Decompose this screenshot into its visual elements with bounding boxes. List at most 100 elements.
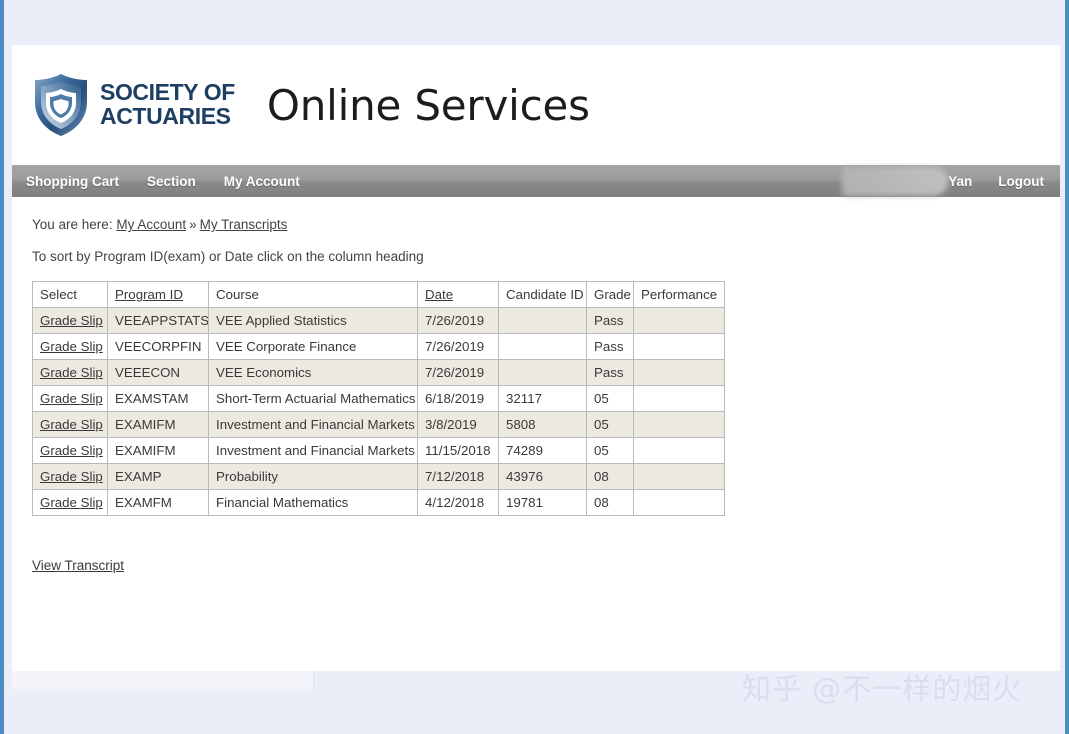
content-card: SOCIETY OF ACTUARIES Online Services Sho… (12, 45, 1061, 671)
table-header-row: Select Program ID Course Date Candidate … (32, 281, 725, 308)
cell-performance (633, 437, 725, 464)
cell-candidate-id: 74289 (498, 437, 587, 464)
redacted-username-blob (842, 167, 948, 196)
cell-course: Investment and Financial Markets (208, 411, 418, 438)
breadcrumb-prefix: You are here: (32, 217, 113, 232)
table-row: Grade Slip EXAMP Probability 7/12/2018 43976… (32, 463, 725, 490)
body-area: You are here: My Account» My Transcripts … (12, 197, 1060, 575)
navbar-right-group: Yan Logout (948, 165, 1044, 197)
cell-candidate-id (498, 333, 587, 360)
cell-select: Grade Slip (32, 359, 108, 386)
cell-course: Investment and Financial Markets (208, 437, 418, 464)
cell-performance (633, 307, 725, 334)
shield-logo-icon (32, 72, 90, 138)
grade-slip-link[interactable]: Grade Slip (40, 443, 103, 458)
cell-course: VEE Applied Statistics (208, 307, 418, 334)
page-title: Online Services (266, 80, 590, 130)
left-border-rail (0, 0, 4, 734)
column-header-program-id[interactable]: Program ID (107, 281, 209, 308)
watermark-text: 知乎 @不一样的烟火 (742, 672, 1023, 706)
cell-performance (633, 463, 725, 490)
cell-select: Grade Slip (32, 489, 108, 516)
breadcrumb-separator: » (189, 217, 197, 232)
grade-slip-link[interactable]: Grade Slip (40, 417, 103, 432)
cell-program-id: EXAMIFM (107, 411, 209, 438)
cell-program-id: VEECORPFIN (107, 333, 209, 360)
grade-slip-link[interactable]: Grade Slip (40, 339, 103, 354)
cell-performance (633, 333, 725, 360)
table-row: Grade Slip EXAMIFM Investment and Financia… (32, 437, 725, 464)
cell-grade: 05 (586, 437, 634, 464)
cell-grade: 05 (586, 411, 634, 438)
cell-course: Short-Term Actuarial Mathematics (208, 385, 418, 412)
transcript-table-body: Grade Slip VEEAPPSTATS VEE Applied Statist… (32, 307, 725, 516)
nav-logout[interactable]: Logout (998, 174, 1044, 189)
cell-program-id: EXAMP (107, 463, 209, 490)
cell-candidate-id: 43976 (498, 463, 587, 490)
cell-date: 7/26/2019 (417, 333, 499, 360)
cell-candidate-id (498, 359, 587, 386)
nav-section[interactable]: Section (147, 174, 196, 189)
column-header-performance: Performance (633, 281, 725, 308)
breadcrumb: You are here: My Account» My Transcripts (32, 217, 1060, 232)
table-row: Grade Slip VEEECON VEE Economics 7/26/2019 P… (32, 359, 725, 386)
cell-candidate-id: 19781 (498, 489, 587, 516)
nav-my-account[interactable]: My Account (224, 174, 300, 189)
cell-date: 7/26/2019 (417, 359, 499, 386)
column-header-select: Select (32, 281, 108, 308)
cell-course: VEE Corporate Finance (208, 333, 418, 360)
cell-select: Grade Slip (32, 463, 108, 490)
masthead: SOCIETY OF ACTUARIES Online Services (12, 45, 1060, 165)
cell-date: 3/8/2019 (417, 411, 499, 438)
table-row: Grade Slip VEEAPPSTATS VEE Applied Statist… (32, 307, 725, 334)
cell-program-id: EXAMIFM (107, 437, 209, 464)
right-border-rail (1065, 0, 1069, 734)
grade-slip-link[interactable]: Grade Slip (40, 313, 103, 328)
soa-wordmark: SOCIETY OF ACTUARIES (100, 81, 235, 128)
cell-course: Financial Mathematics (208, 489, 418, 516)
column-header-candidate-id: Candidate ID (498, 281, 587, 308)
cell-performance (633, 489, 725, 516)
cell-performance (633, 385, 725, 412)
cell-select: Grade Slip (32, 307, 108, 334)
cell-date: 7/12/2018 (417, 463, 499, 490)
cell-grade: 08 (586, 489, 634, 516)
grade-slip-link[interactable]: Grade Slip (40, 391, 103, 406)
soa-wordmark-line2: ACTUARIES (100, 103, 231, 129)
cell-program-id: VEEAPPSTATS (107, 307, 209, 334)
grade-slip-link[interactable]: Grade Slip (40, 469, 103, 484)
cell-grade: 05 (586, 385, 634, 412)
cell-grade: Pass (586, 307, 634, 334)
cell-candidate-id (498, 307, 587, 334)
nav-shopping-cart[interactable]: Shopping Cart (26, 174, 119, 189)
cell-course: VEE Economics (208, 359, 418, 386)
cell-candidate-id: 32117 (498, 385, 587, 412)
column-header-date[interactable]: Date (417, 281, 499, 308)
view-transcript-link[interactable]: View Transcript (32, 558, 124, 573)
cell-select: Grade Slip (32, 385, 108, 412)
cell-grade: Pass (586, 359, 634, 386)
cell-performance (633, 359, 725, 386)
cell-select: Grade Slip (32, 333, 108, 360)
cell-course: Probability (208, 463, 418, 490)
cell-performance (633, 411, 725, 438)
grade-slip-link[interactable]: Grade Slip (40, 495, 103, 510)
breadcrumb-link-my-transcripts[interactable]: My Transcripts (200, 217, 288, 232)
cell-date: 11/15/2018 (417, 437, 499, 464)
cell-program-id: EXAMSTAM (107, 385, 209, 412)
cell-program-id: VEEECON (107, 359, 209, 386)
table-row: Grade Slip EXAMSTAM Short-Term Actuarial M… (32, 385, 725, 412)
breadcrumb-link-my-account[interactable]: My Account (116, 217, 186, 232)
table-row: Grade Slip VEECORPFIN VEE Corporate Financ… (32, 333, 725, 360)
cell-date: 6/18/2019 (417, 385, 499, 412)
cell-select: Grade Slip (32, 411, 108, 438)
grade-slip-link[interactable]: Grade Slip (40, 365, 103, 380)
cell-candidate-id: 5808 (498, 411, 587, 438)
table-row: Grade Slip EXAMFM Financial Mathematics 4/1… (32, 489, 725, 516)
nav-user-name[interactable]: Yan (948, 174, 972, 189)
table-row: Grade Slip EXAMIFM Investment and Financia… (32, 411, 725, 438)
cell-grade: 08 (586, 463, 634, 490)
column-header-course: Course (208, 281, 418, 308)
sort-instruction-text: To sort by Program ID(exam) or Date clic… (32, 249, 424, 264)
transcript-table-head: Select Program ID Course Date Candidate … (32, 281, 725, 308)
